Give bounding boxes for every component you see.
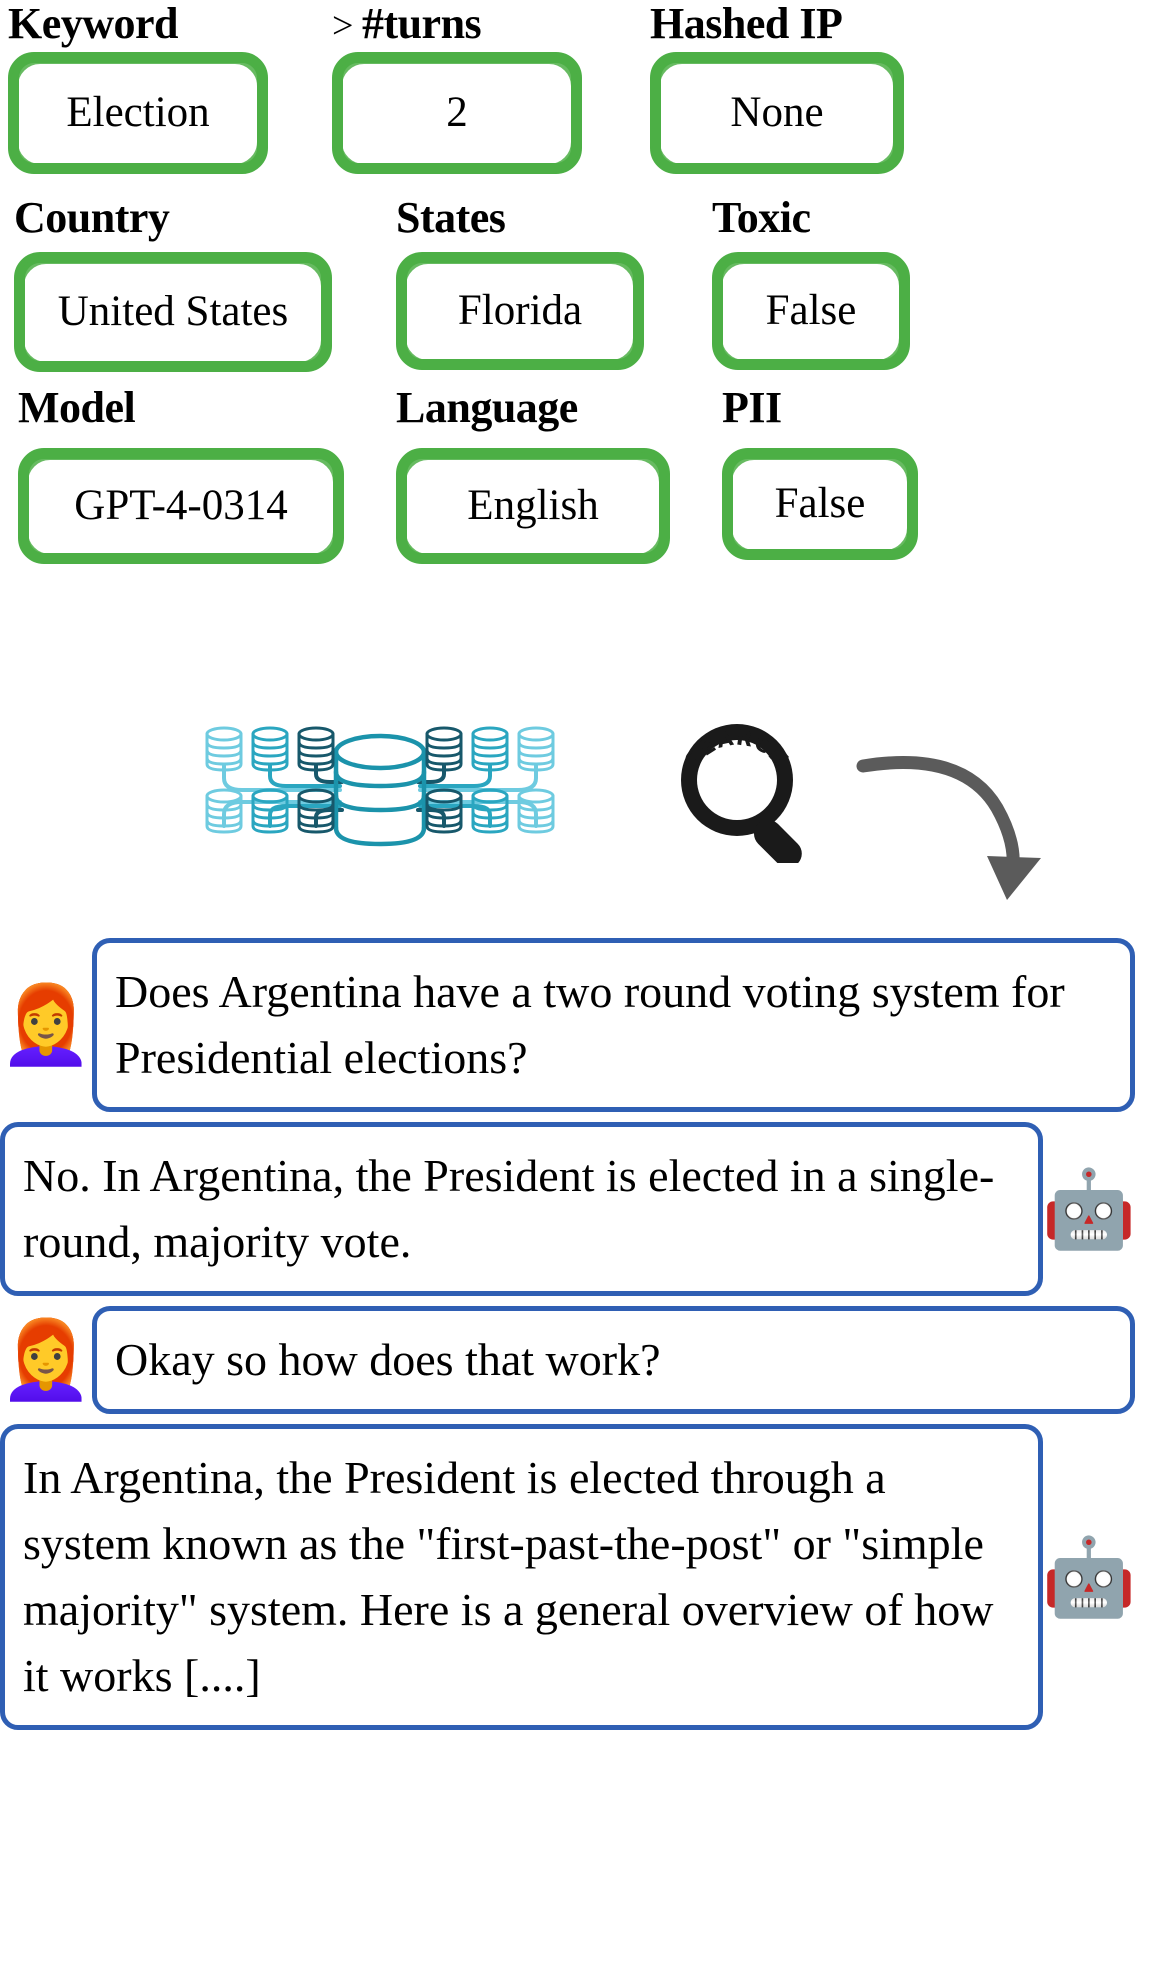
filter-label-text-language: Language xyxy=(396,383,578,432)
filter-box-country[interactable]: United States xyxy=(14,252,332,372)
filter-label-hashed-ip: Hashed IP xyxy=(650,0,843,48)
chat-bubble-user: Does Argentina have a two round voting s… xyxy=(92,938,1135,1112)
filter-value-model: GPT-4-0314 xyxy=(70,483,292,529)
filter-box-pii[interactable]: False xyxy=(722,448,918,560)
filter-label-text-states: States xyxy=(396,193,506,242)
filter-value-pii: False xyxy=(770,481,870,527)
filter-label-text-model: Model xyxy=(18,383,136,432)
chat-message-assistant: 🤖 In Argentina, the President is elected … xyxy=(0,1424,1162,1730)
filter-label-text-country: Country xyxy=(14,193,170,242)
filter-label-language: Language xyxy=(396,384,578,432)
filter-value-hashed-ip: None xyxy=(726,90,828,136)
robot-emoji: 🤖 xyxy=(1041,1532,1137,1621)
filter-label-country: Country xyxy=(14,193,170,242)
filter-label-states: States xyxy=(396,193,506,242)
chat-bubble-assistant: No. In Argentina, the President is elect… xyxy=(0,1122,1043,1296)
database-cluster-icon xyxy=(190,720,570,860)
filter-box-states[interactable]: Florida xyxy=(396,252,644,370)
robot-emoji: 🤖 xyxy=(1041,1164,1137,1253)
chat-message-user: 👩‍🦰 Does Argentina have a two round votin… xyxy=(0,938,1162,1112)
filter-label-text-turns: #turns xyxy=(361,0,482,48)
person-red-hair-emoji: 👩‍🦰 xyxy=(0,1315,94,1404)
person-red-hair-emoji: 👩‍🦰 xyxy=(0,980,94,1069)
filter-box-keyword[interactable]: Election xyxy=(8,52,268,174)
filter-value-states: Florida xyxy=(453,288,587,334)
filter-box-turns[interactable]: 2 xyxy=(332,52,582,174)
filter-value-turns: 2 xyxy=(442,90,472,136)
filter-grid: Keyword Election > #turns 2 Hashed IP None Cou… xyxy=(0,0,1162,720)
curved-arrow-icon xyxy=(855,744,1065,909)
filter-label-keyword: Keyword xyxy=(8,0,179,48)
filter-label-model: Model xyxy=(18,383,136,432)
chat-bubble-assistant: In Argentina, the President is elected t… xyxy=(0,1424,1043,1730)
filter-box-language[interactable]: English xyxy=(396,448,670,564)
filter-value-toxic: False xyxy=(761,288,861,334)
pipeline-row: SEARCH xyxy=(0,718,1162,933)
filter-value-language: English xyxy=(463,483,603,529)
filter-value-keyword: Election xyxy=(62,90,214,136)
filter-label-text-pii: PII xyxy=(722,383,782,432)
chat-message-user: 👩‍🦰 Okay so how does that work? xyxy=(0,1306,1162,1414)
filter-label-text-toxic: Toxic xyxy=(712,193,811,242)
filter-box-toxic[interactable]: False xyxy=(712,252,910,370)
filter-box-model[interactable]: GPT-4-0314 xyxy=(18,448,344,564)
filter-label-text-hashed-ip: Hashed IP xyxy=(650,0,843,48)
chat-message-assistant: 🤖 No. In Argentina, the President is elec… xyxy=(0,1122,1162,1296)
filter-box-hashed-ip[interactable]: None xyxy=(650,52,904,174)
filter-label-turns: > #turns xyxy=(332,0,482,50)
filter-label-toxic: Toxic xyxy=(712,194,811,242)
filter-value-country: United States xyxy=(53,289,293,335)
filter-label-prefix-turns: > xyxy=(332,5,362,47)
filter-label-text-keyword: Keyword xyxy=(8,0,179,48)
filter-label-pii: PII xyxy=(722,384,782,432)
chat-bubble-user: Okay so how does that work? xyxy=(92,1306,1135,1414)
search-magnifier-icon[interactable]: SEARCH xyxy=(672,718,822,868)
conversation-thread: 👩‍🦰 Does Argentina have a two round votin… xyxy=(0,938,1162,1740)
